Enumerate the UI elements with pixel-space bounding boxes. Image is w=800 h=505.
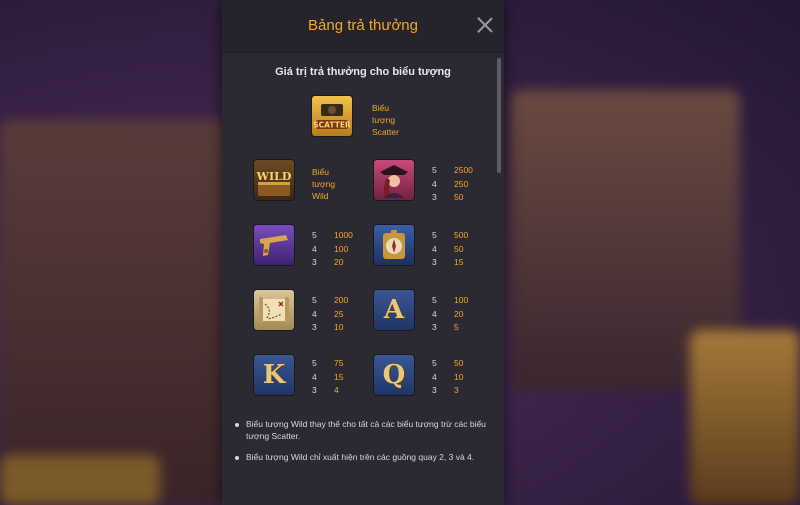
wild-icon-text: WILD	[256, 170, 292, 183]
rule-item: Biểu tượng Wild chỉ xuất hiện trên các g…	[234, 451, 489, 463]
paytable-subtitle: Giá trị trả thưởng cho biểu tượng	[275, 66, 451, 78]
paytable-letter-k: 5 75 4 15 34	[312, 358, 344, 395]
wild-label: Biểu tượng Wild	[312, 167, 336, 201]
scatter-symbol-icon: SCATTER	[312, 96, 352, 136]
background-gold-pile	[0, 455, 160, 505]
paytable-compass: 5 500 4 50 3 15	[432, 230, 469, 267]
paytable-letter-a: 5 100 4 20 35	[432, 295, 469, 332]
dialog-header: Bảng trả thưởng	[222, 0, 504, 53]
scatter-icon-text: SCATTER	[313, 121, 351, 130]
close-icon[interactable]	[476, 16, 494, 34]
wild-symbol-icon: WILD	[254, 160, 294, 200]
letter-k-icon: K	[254, 355, 294, 395]
rule-item: Biểu tượng Wild thay thế cho tất cả các …	[234, 418, 489, 442]
pistol-icon	[254, 225, 294, 265]
background-treasure	[690, 330, 800, 505]
letter-a-icon: A	[374, 290, 414, 330]
paytable-dialog: Bảng trả thưởng Giá trị trả thưởng cho b…	[222, 0, 504, 505]
paytable-pirate-woman: 5 2500 4 250 3 50	[432, 165, 473, 202]
rules-list: Biểu tượng Wild thay thế cho tất cả các …	[234, 418, 489, 472]
letter-q-icon: Q	[374, 355, 414, 395]
paytable-letter-q: 5 50 4 10 33	[432, 358, 464, 395]
treasure-map-icon	[254, 290, 294, 330]
background-ship-left	[0, 120, 230, 505]
pirate-woman-icon	[374, 160, 414, 200]
dialog-title: Bảng trả thưởng	[308, 17, 418, 34]
paytable-pistol: 5 1000 4 100 3 20	[312, 230, 353, 267]
compass-icon	[374, 225, 414, 265]
scatter-label: Biểu tượng Scatter	[372, 103, 399, 137]
paytable-treasure-map: 5 200 4 25 3 10	[312, 295, 349, 332]
